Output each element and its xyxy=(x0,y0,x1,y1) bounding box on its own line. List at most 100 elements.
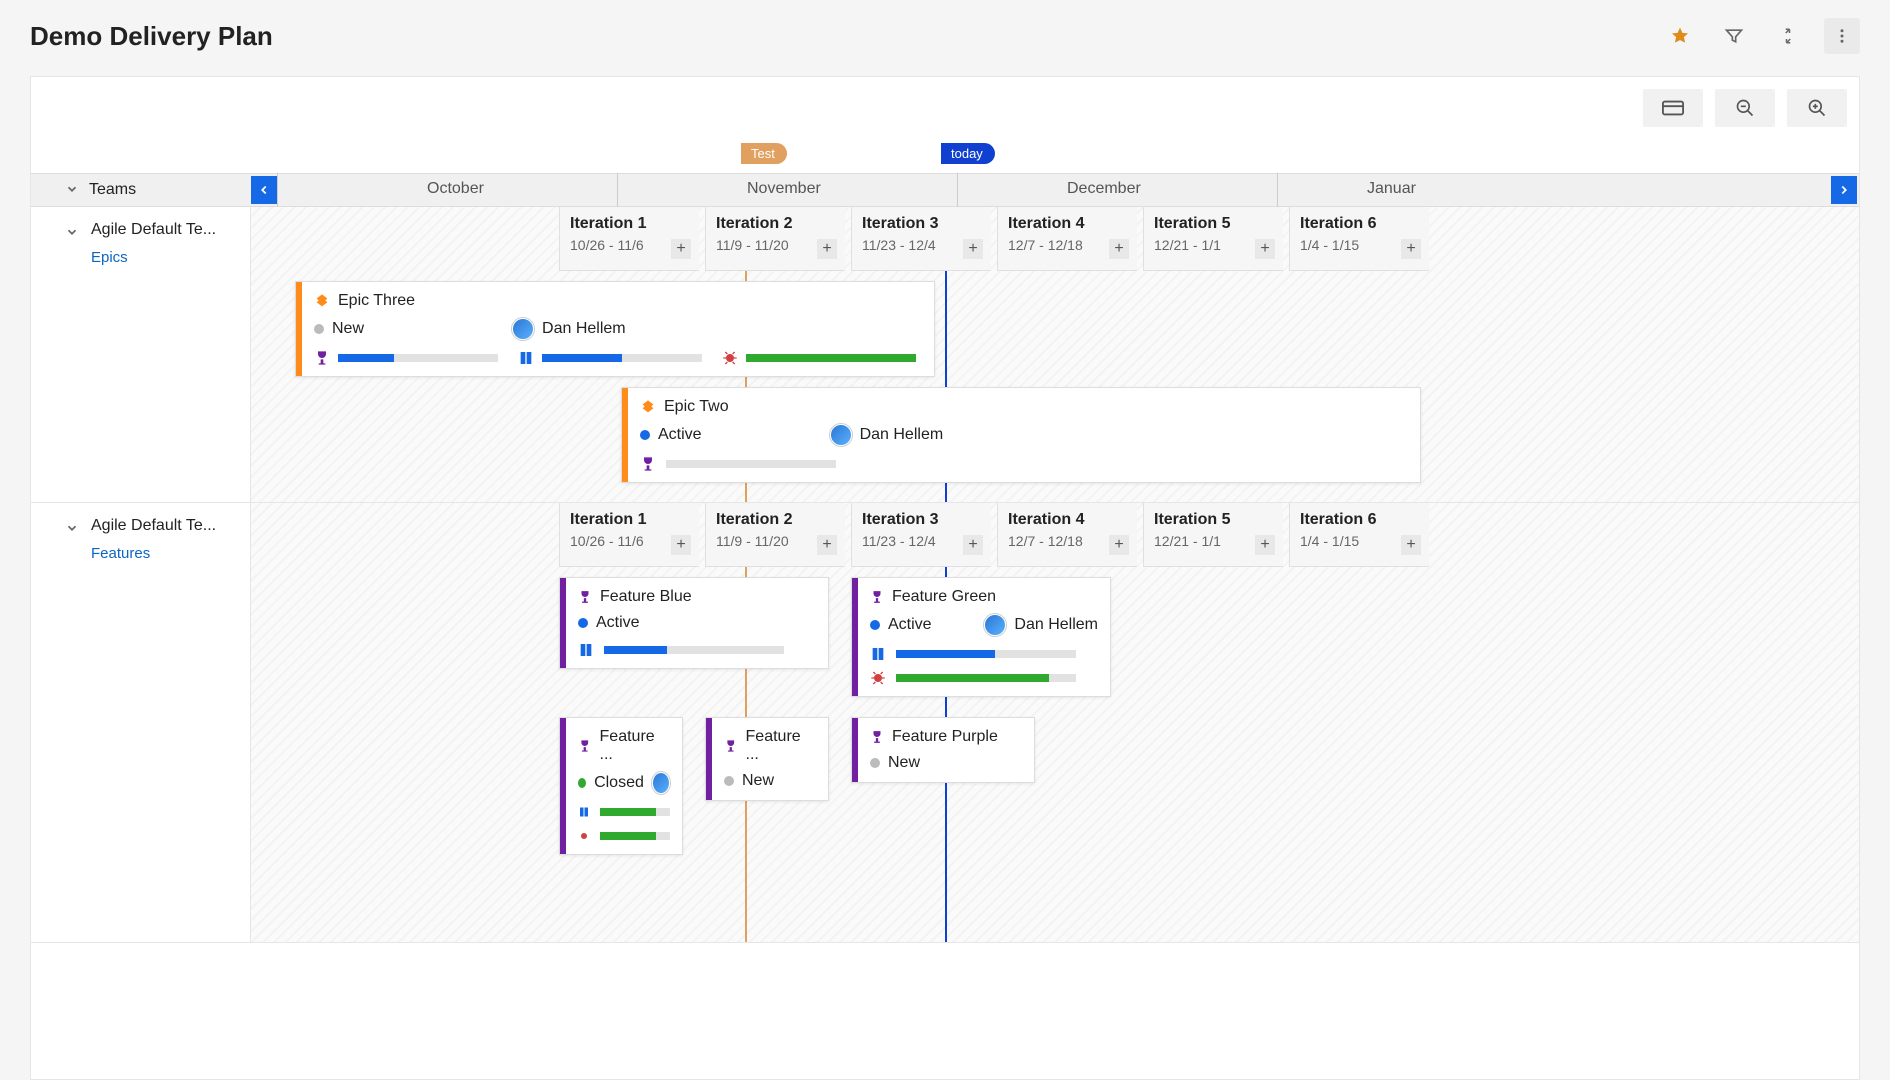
assignee-name: Dan Hellem xyxy=(860,426,944,444)
iteration-header[interactable]: Iteration 1 10/26 - 11/6 + xyxy=(559,207,699,271)
team-name[interactable]: Agile Default Te... xyxy=(91,517,251,535)
iteration-name: Iteration 4 xyxy=(1008,511,1127,529)
state-dot xyxy=(870,620,880,630)
card-state: New xyxy=(888,754,920,772)
work-item-card[interactable]: Feature Blue Active xyxy=(559,577,829,669)
add-item-button[interactable]: + xyxy=(963,239,983,259)
zoom-in-button[interactable] xyxy=(1787,89,1847,127)
iteration-header[interactable]: Iteration 6 1/4 - 1/15 + xyxy=(1289,207,1429,271)
iteration-header[interactable]: Iteration 4 12/7 - 12/18 + xyxy=(997,207,1137,271)
add-item-button[interactable]: + xyxy=(1109,535,1129,555)
work-item-card[interactable]: Feature ... New xyxy=(705,717,829,801)
iteration-header[interactable]: Iteration 6 1/4 - 1/15 + xyxy=(1289,503,1429,567)
iteration-name: Iteration 3 xyxy=(862,511,981,529)
more-vertical-icon xyxy=(1833,27,1851,45)
month-label: October xyxy=(427,180,484,198)
iteration-name: Iteration 6 xyxy=(1300,511,1419,529)
iteration-header[interactable]: Iteration 5 12/21 - 1/1 + xyxy=(1143,503,1283,567)
iteration-name: Iteration 4 xyxy=(1008,215,1127,233)
zoom-out-button[interactable] xyxy=(1715,89,1775,127)
story-icon xyxy=(578,804,590,820)
teams-header-cell[interactable]: Teams xyxy=(31,181,251,199)
add-item-button[interactable]: + xyxy=(817,239,837,259)
card-title: Feature ... xyxy=(600,728,670,764)
favorite-button[interactable] xyxy=(1662,18,1698,54)
month-label: Januar xyxy=(1367,180,1416,198)
iteration-header[interactable]: Iteration 3 11/23 - 12/4 + xyxy=(851,207,991,271)
work-item-card[interactable]: Feature Purple New xyxy=(851,717,1035,783)
iteration-header[interactable]: Iteration 2 11/9 - 11/20 + xyxy=(705,207,845,271)
card-title: Epic Two xyxy=(664,398,729,416)
chevron-down-icon[interactable] xyxy=(65,521,79,535)
iteration-header[interactable]: Iteration 5 12/21 - 1/1 + xyxy=(1143,207,1283,271)
filter-icon xyxy=(1724,26,1744,46)
chevron-down-icon[interactable] xyxy=(65,225,79,239)
chevron-right-icon xyxy=(1837,183,1851,197)
iteration-header[interactable]: Iteration 1 10/26 - 11/6 + xyxy=(559,503,699,567)
page-title: Demo Delivery Plan xyxy=(30,21,273,52)
feature-icon xyxy=(870,590,884,604)
add-item-button[interactable]: + xyxy=(1255,239,1275,259)
zoom-in-icon xyxy=(1807,98,1827,118)
filter-button[interactable] xyxy=(1716,18,1752,54)
trophy-icon xyxy=(640,456,656,472)
iteration-header[interactable]: Iteration 3 11/23 - 12/4 + xyxy=(851,503,991,567)
avatar xyxy=(830,424,852,446)
iteration-name: Iteration 1 xyxy=(570,511,689,529)
zoom-out-icon xyxy=(1735,98,1755,118)
timeline-next-button[interactable] xyxy=(1831,176,1857,204)
state-dot xyxy=(314,324,324,334)
card-title: Feature ... xyxy=(746,728,816,764)
add-item-button[interactable]: + xyxy=(1401,239,1421,259)
work-item-card[interactable]: Epic Two Active Dan Hellem xyxy=(621,387,1421,483)
bug-icon xyxy=(870,670,886,686)
state-dot xyxy=(870,758,880,768)
add-item-button[interactable]: + xyxy=(1401,535,1421,555)
chevron-left-icon xyxy=(257,183,271,197)
marker-today[interactable]: today xyxy=(941,143,995,164)
collapse-button[interactable] xyxy=(1770,18,1806,54)
story-icon xyxy=(518,350,534,366)
avatar xyxy=(984,614,1006,636)
feature-icon xyxy=(870,730,884,744)
state-dot xyxy=(640,430,650,440)
iteration-name: Iteration 5 xyxy=(1154,511,1273,529)
work-item-card[interactable]: Feature Green Active Dan Hellem xyxy=(851,577,1111,697)
team-name[interactable]: Agile Default Te... xyxy=(91,221,251,239)
card-title: Feature Purple xyxy=(892,728,998,746)
add-item-button[interactable]: + xyxy=(1255,535,1275,555)
iteration-header[interactable]: Iteration 4 12/7 - 12/18 + xyxy=(997,503,1137,567)
iteration-name: Iteration 2 xyxy=(716,215,835,233)
calendar-view-button[interactable] xyxy=(1643,89,1703,127)
add-item-button[interactable]: + xyxy=(817,535,837,555)
avatar xyxy=(652,772,670,794)
month-label: December xyxy=(1067,180,1141,198)
add-item-button[interactable]: + xyxy=(671,239,691,259)
iteration-header[interactable]: Iteration 2 11/9 - 11/20 + xyxy=(705,503,845,567)
story-icon xyxy=(578,642,594,658)
add-item-button[interactable]: + xyxy=(671,535,691,555)
card-state: Active xyxy=(888,616,932,634)
iteration-name: Iteration 5 xyxy=(1154,215,1273,233)
assignee-name: Dan Hellem xyxy=(1014,616,1098,634)
marker-test[interactable]: Test xyxy=(741,143,787,164)
feature-icon xyxy=(578,739,592,753)
backlog-link-epics[interactable]: Epics xyxy=(91,249,240,266)
star-icon xyxy=(1670,26,1690,46)
teams-header-label: Teams xyxy=(89,181,136,199)
bug-icon xyxy=(722,350,738,366)
avatar xyxy=(512,318,534,340)
work-item-card[interactable]: Feature ... Closed xyxy=(559,717,683,855)
add-item-button[interactable]: + xyxy=(1109,239,1129,259)
iteration-name: Iteration 3 xyxy=(862,215,981,233)
feature-icon xyxy=(578,590,592,604)
month-label: November xyxy=(747,180,821,198)
backlog-link-features[interactable]: Features xyxy=(91,545,240,562)
state-dot xyxy=(578,778,586,788)
add-item-button[interactable]: + xyxy=(963,535,983,555)
work-item-card[interactable]: Epic Three New Dan Hellem xyxy=(295,281,935,377)
more-button[interactable] xyxy=(1824,18,1860,54)
chevron-down-icon xyxy=(65,182,79,196)
timeline-prev-button[interactable] xyxy=(251,176,277,204)
card-state: New xyxy=(742,772,774,790)
